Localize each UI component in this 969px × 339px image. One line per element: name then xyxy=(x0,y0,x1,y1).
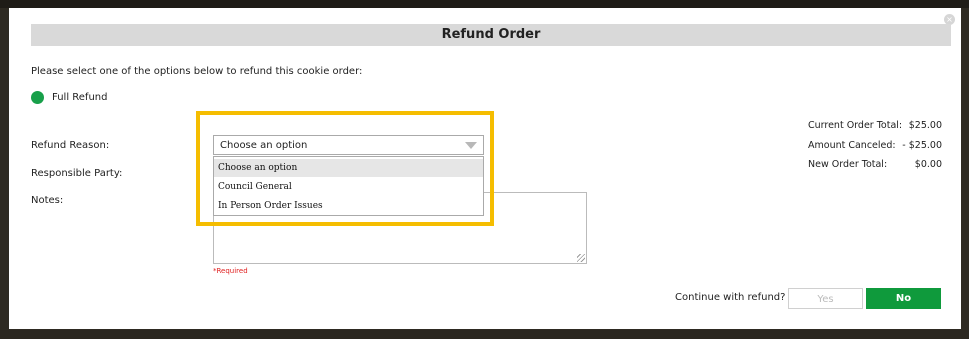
new-order-total-label: New Order Total: xyxy=(808,159,888,170)
backdrop-bottom xyxy=(0,330,969,339)
dialog-title: Refund Order xyxy=(31,24,951,46)
backdrop-top xyxy=(0,0,969,8)
yes-button[interactable]: Yes xyxy=(788,288,863,309)
required-text: *Required xyxy=(213,267,248,275)
refund-reason-label: Refund Reason: xyxy=(31,140,110,151)
current-order-total-value: $25.00 xyxy=(908,120,942,131)
full-refund-label: Full Refund xyxy=(52,92,108,103)
full-refund-radio[interactable] xyxy=(31,91,44,104)
dropdown-option-council-general[interactable]: Council General xyxy=(214,178,483,196)
dropdown-option-in-person[interactable]: In Person Order Issues xyxy=(214,197,483,215)
refund-reason-dropdown: Choose an option Council General In Pers… xyxy=(213,156,484,216)
chevron-down-icon xyxy=(465,142,477,149)
amount-canceled-value: - $25.00 xyxy=(902,140,942,151)
refund-reason-select[interactable]: Choose an option xyxy=(213,135,484,155)
new-order-total-value: $0.00 xyxy=(914,159,942,170)
refund-reason-value: Choose an option xyxy=(220,140,308,151)
dropdown-option-choose[interactable]: Choose an option xyxy=(214,159,483,177)
instruction-text: Please select one of the options below t… xyxy=(31,66,363,77)
continue-prompt: Continue with refund? xyxy=(675,292,786,303)
no-button[interactable]: No xyxy=(866,288,941,309)
notes-label: Notes: xyxy=(31,195,64,206)
amount-canceled-label: Amount Canceled: xyxy=(808,140,896,151)
current-order-total-label: Current Order Total: xyxy=(808,120,903,131)
resize-grip-icon[interactable] xyxy=(577,254,585,262)
responsible-party-label: Responsible Party: xyxy=(31,168,123,179)
